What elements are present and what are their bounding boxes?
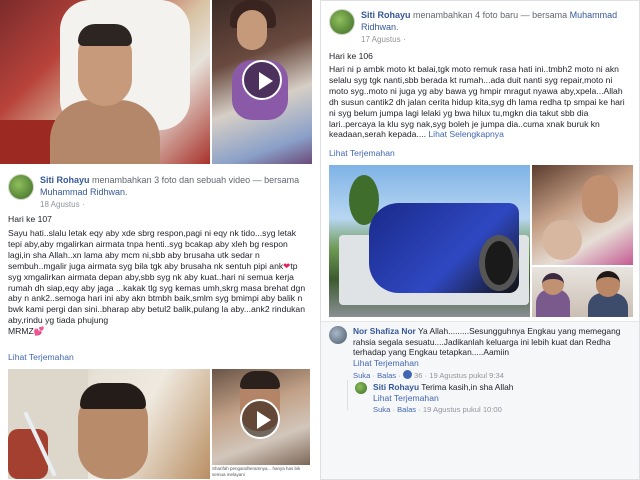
post-body-part1: Sayu hati..slalu letak eqy aby xde sbrg … bbox=[8, 228, 297, 271]
post-video-thumbnail-2[interactable] bbox=[212, 369, 310, 465]
see-translation-link[interactable]: Lihat Terjemahan bbox=[353, 358, 419, 368]
facebook-post-day-107: Siti Rohayu menambahkan 3 foto dan sebua… bbox=[0, 166, 312, 480]
photo-detail bbox=[596, 271, 620, 297]
comment-text: Terima kasih,in sha Allah bbox=[421, 382, 514, 392]
commenter-name[interactable]: Nor Shafiza Nor bbox=[353, 326, 416, 336]
with-prefix: — bersama bbox=[252, 175, 300, 185]
post-photo-patient[interactable] bbox=[0, 0, 210, 164]
post-body: Hari ni p ambk moto kt balai,tgk moto re… bbox=[329, 64, 633, 140]
see-translation-link[interactable]: Lihat Terjemahan bbox=[329, 148, 395, 158]
post-photo-couple[interactable] bbox=[532, 267, 633, 317]
comment-reply: Siti Rohayu Terima kasih,in sha Allah Li… bbox=[355, 382, 631, 416]
post-header-text: Siti Rohayu menambahkan 3 foto dan sebua… bbox=[40, 174, 310, 211]
comment-actions: Suka · Balas · 36 · 19 Agustus pukul 9:3… bbox=[353, 370, 629, 382]
post-video-thumbnail[interactable] bbox=[212, 0, 312, 164]
globe-icon: · bbox=[403, 35, 406, 44]
like-button[interactable]: Suka bbox=[353, 371, 370, 380]
post-action: menambahkan 4 foto baru bbox=[413, 10, 519, 20]
post-header-text: Siti Rohayu menambahkan 4 foto baru — be… bbox=[361, 9, 631, 46]
post-timestamp[interactable]: 18 Agustus bbox=[40, 200, 80, 209]
like-button[interactable]: Suka bbox=[373, 405, 390, 414]
post-body-text: Hari ni p ambk moto kt balai,tgk moto re… bbox=[329, 64, 625, 140]
separator: · bbox=[424, 371, 428, 381]
reply-button[interactable]: Balas bbox=[397, 405, 416, 414]
separator: · bbox=[398, 371, 401, 381]
with-prefix: — bersama bbox=[520, 10, 568, 20]
photo-detail bbox=[542, 220, 582, 260]
heart-icon: 💕 bbox=[33, 326, 45, 337]
reply-button[interactable]: Balas bbox=[377, 371, 396, 380]
photo-detail bbox=[479, 235, 519, 291]
see-more-link[interactable]: Lihat Selengkapnya bbox=[428, 129, 504, 139]
photo-detail bbox=[240, 371, 280, 389]
comment: Nor Shafiza Nor Ya Allah.........Sesungg… bbox=[329, 326, 629, 382]
reply-thread-line bbox=[347, 380, 348, 410]
period: . bbox=[125, 187, 128, 197]
commenter-name[interactable]: Siti Rohayu bbox=[373, 382, 419, 392]
comment-body: Siti Rohayu Terima kasih,in sha Allah Li… bbox=[373, 382, 513, 416]
photo-detail bbox=[237, 10, 267, 50]
comment-body: Nor Shafiza Nor Ya Allah.........Sesungg… bbox=[353, 326, 629, 382]
author-name[interactable]: Siti Rohayu bbox=[40, 175, 90, 185]
like-count[interactable]: 36 bbox=[414, 371, 422, 380]
post-photo-hospital[interactable] bbox=[532, 165, 633, 265]
photo-detail bbox=[582, 175, 618, 223]
photo-detail bbox=[80, 383, 146, 409]
play-icon[interactable] bbox=[242, 60, 282, 100]
post-action: menambahkan 3 foto dan sebuah video bbox=[92, 175, 251, 185]
photo-detail bbox=[542, 273, 564, 295]
comment-time[interactable]: 19 Agustus pukul 10:00 bbox=[423, 405, 502, 414]
author-avatar[interactable] bbox=[329, 9, 355, 35]
post-signature: MRMZ bbox=[8, 326, 34, 337]
separator: · bbox=[418, 405, 421, 415]
comment-actions: Suka · Balas · 19 Agustus pukul 10:00 bbox=[373, 405, 513, 416]
post-photo-patient-closeup[interactable] bbox=[8, 369, 210, 479]
photo-detail bbox=[50, 100, 160, 164]
post-header: Siti Rohayu menambahkan 3 foto dan sebua… bbox=[8, 174, 310, 211]
video-caption: Sharifah pengandheramnya... hanya has bi… bbox=[212, 466, 301, 477]
commenter-avatar[interactable] bbox=[329, 326, 347, 344]
author-name[interactable]: Siti Rohayu bbox=[361, 10, 411, 20]
see-translation-link[interactable]: Lihat Terjemahan bbox=[373, 393, 439, 403]
post-header: Siti Rohayu menambahkan 4 foto baru — be… bbox=[329, 9, 631, 46]
globe-icon: · bbox=[82, 200, 85, 209]
post-day-label: Hari ke 107 bbox=[8, 214, 52, 224]
author-avatar[interactable] bbox=[8, 174, 34, 200]
post-timestamp[interactable]: 17 Agustus bbox=[361, 35, 401, 44]
separator: · bbox=[372, 371, 375, 381]
tagged-user[interactable]: Muhammad Ridhwan bbox=[40, 187, 125, 197]
separator: · bbox=[392, 405, 395, 415]
post-body: Sayu hati..slalu letak eqy aby xde sbrg … bbox=[8, 228, 308, 337]
previous-post-media bbox=[0, 0, 312, 166]
photo-detail bbox=[78, 24, 132, 46]
comment-time[interactable]: 19 Agustus pukul 9:34 bbox=[429, 371, 504, 380]
comments-section: Nor Shafiza Nor Ya Allah.........Sesungg… bbox=[321, 321, 639, 479]
post-day-label: Hari ke 106 bbox=[329, 51, 373, 61]
facebook-post-day-106: Siti Rohayu menambahkan 4 foto baru — be… bbox=[320, 0, 640, 480]
like-reaction-icon bbox=[402, 370, 412, 380]
play-icon[interactable] bbox=[240, 399, 280, 439]
see-translation-link[interactable]: Lihat Terjemahan bbox=[8, 352, 74, 362]
period: . bbox=[396, 22, 399, 32]
post-photo-motorcycle[interactable] bbox=[329, 165, 530, 317]
commenter-avatar[interactable] bbox=[355, 382, 367, 394]
